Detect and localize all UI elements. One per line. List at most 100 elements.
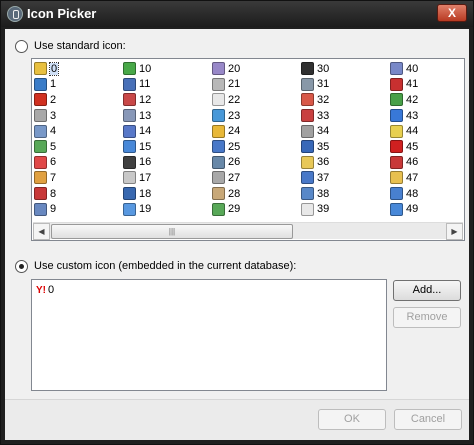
icon-cell[interactable]: 41 (390, 77, 462, 93)
standard-icon (123, 124, 136, 138)
icon-cell[interactable]: 19 (123, 201, 209, 217)
add-button[interactable]: Add... (393, 280, 461, 301)
icon-cell[interactable]: 20 (212, 61, 298, 77)
icon-cell[interactable]: 11 (123, 77, 209, 93)
icon-cell[interactable]: 36 (301, 155, 387, 171)
icon-cell[interactable]: 37 (301, 170, 387, 186)
icon-cell[interactable]: 25 (212, 139, 298, 155)
icon-number: 20 (228, 62, 241, 75)
icon-cell[interactable]: 42 (390, 92, 462, 108)
custom-icon-list[interactable]: Y! 0 (31, 279, 387, 391)
icon-cell[interactable]: 29 (212, 201, 298, 217)
icon-cell[interactable]: 28 (212, 186, 298, 202)
scroll-left-button[interactable]: ◀ (33, 223, 50, 240)
icon-cell[interactable]: 9 (34, 201, 120, 217)
icon-cell[interactable]: 12 (123, 92, 209, 108)
icon-cell[interactable]: 44 (390, 123, 462, 139)
cancel-button[interactable]: Cancel (394, 409, 462, 430)
icon-cell[interactable]: 26 (212, 155, 298, 171)
icon-number: 48 (406, 187, 419, 200)
icon-cell[interactable]: 39 (301, 201, 387, 217)
icon-cell[interactable]: 6 (34, 155, 120, 171)
icon-number: 26 (228, 156, 241, 169)
icon-cell[interactable]: 10 (123, 61, 209, 77)
standard-icon (34, 140, 47, 154)
icon-cell[interactable]: 48 (390, 186, 462, 202)
standard-icon (34, 187, 47, 201)
standard-icon (34, 93, 47, 107)
custom-icon-label: Use custom icon (embedded in the current… (34, 260, 297, 272)
icon-cell[interactable]: 34 (301, 123, 387, 139)
icon-cell[interactable]: 2 (34, 92, 120, 108)
standard-icon (301, 109, 314, 123)
icon-number: 25 (228, 140, 241, 153)
icon-cell[interactable]: 8 (34, 186, 120, 202)
icon-number: 6 (50, 156, 57, 169)
custom-icon-radio[interactable] (15, 260, 28, 273)
standard-icon (212, 171, 225, 185)
standard-icon (390, 187, 403, 201)
icon-number: 30 (317, 62, 330, 75)
icon-cell[interactable]: 22 (212, 92, 298, 108)
icon-number: 23 (228, 109, 241, 122)
icon-cell[interactable]: 31 (301, 77, 387, 93)
custom-icon-item[interactable]: Y! 0 (36, 284, 54, 296)
icon-column: 40 41 42 43 44 45 46 47 48 49 (390, 61, 462, 217)
standard-icon-list[interactable]: 0 1 2 3 4 5 6 7 8 9 10 11 12 13 14 15 16 17 18 19 20 21 22 23 24… (31, 58, 465, 241)
icon-cell[interactable]: 33 (301, 108, 387, 124)
icon-cell[interactable]: 38 (301, 186, 387, 202)
icon-cell[interactable]: 16 (123, 155, 209, 171)
icon-column: 20 21 22 23 24 25 26 27 28 29 (212, 61, 298, 217)
standard-icon-radio[interactable] (15, 40, 28, 53)
standard-icon (34, 124, 47, 138)
icon-cell[interactable]: 13 (123, 108, 209, 124)
icon-cell[interactable]: 30 (301, 61, 387, 77)
icon-number: 33 (317, 109, 330, 122)
icon-column: 30 31 32 33 34 35 36 37 38 39 (301, 61, 387, 217)
icon-cell[interactable]: 27 (212, 170, 298, 186)
icon-cell[interactable]: 14 (123, 123, 209, 139)
icon-cell[interactable]: 35 (301, 139, 387, 155)
remove-button[interactable]: Remove (393, 307, 461, 328)
icon-cell[interactable]: 5 (34, 139, 120, 155)
standard-icon (390, 202, 403, 216)
icon-number: 42 (406, 93, 419, 106)
icon-number: 46 (406, 156, 419, 169)
icon-number: 36 (317, 156, 330, 169)
icon-cell[interactable]: 45 (390, 139, 462, 155)
icon-cell[interactable]: 0 (34, 61, 120, 77)
icon-cell[interactable]: 43 (390, 108, 462, 124)
standard-icon (123, 202, 136, 216)
icon-number: 37 (317, 171, 330, 184)
scroll-thumb[interactable]: ||| (51, 224, 293, 239)
icon-cell[interactable]: 49 (390, 201, 462, 217)
icon-cell[interactable]: 3 (34, 108, 120, 124)
ok-button[interactable]: OK (318, 409, 386, 430)
icon-cell[interactable]: 21 (212, 77, 298, 93)
horizontal-scrollbar[interactable]: ◀ ||| ▶ (33, 222, 463, 240)
icon-cell[interactable]: 46 (390, 155, 462, 171)
icon-cell[interactable]: 47 (390, 170, 462, 186)
icon-cell[interactable]: 40 (390, 61, 462, 77)
standard-icon (390, 140, 403, 154)
icon-cell[interactable]: 7 (34, 170, 120, 186)
icon-number: 10 (139, 62, 152, 75)
icon-number: 45 (406, 140, 419, 153)
dialog-body: Use standard icon: 0 1 2 3 4 5 6 7 8 9 10 11 12 13 14 1… (5, 29, 469, 440)
scroll-right-button[interactable]: ▶ (446, 223, 463, 240)
standard-icon (390, 155, 403, 169)
icon-cell[interactable]: 1 (34, 77, 120, 93)
close-button[interactable]: X (437, 4, 467, 22)
icon-cell[interactable]: 17 (123, 170, 209, 186)
icon-cell[interactable]: 4 (34, 123, 120, 139)
title-bar[interactable]: Icon Picker X (1, 1, 473, 27)
icon-cell[interactable]: 15 (123, 139, 209, 155)
icon-cell[interactable]: 32 (301, 92, 387, 108)
icon-cell[interactable]: 24 (212, 123, 298, 139)
icon-cell[interactable]: 23 (212, 108, 298, 124)
icon-number: 16 (139, 156, 152, 169)
standard-icon (390, 171, 403, 185)
icon-cell[interactable]: 18 (123, 186, 209, 202)
icon-number: 35 (317, 140, 330, 153)
standard-icon (301, 124, 314, 138)
